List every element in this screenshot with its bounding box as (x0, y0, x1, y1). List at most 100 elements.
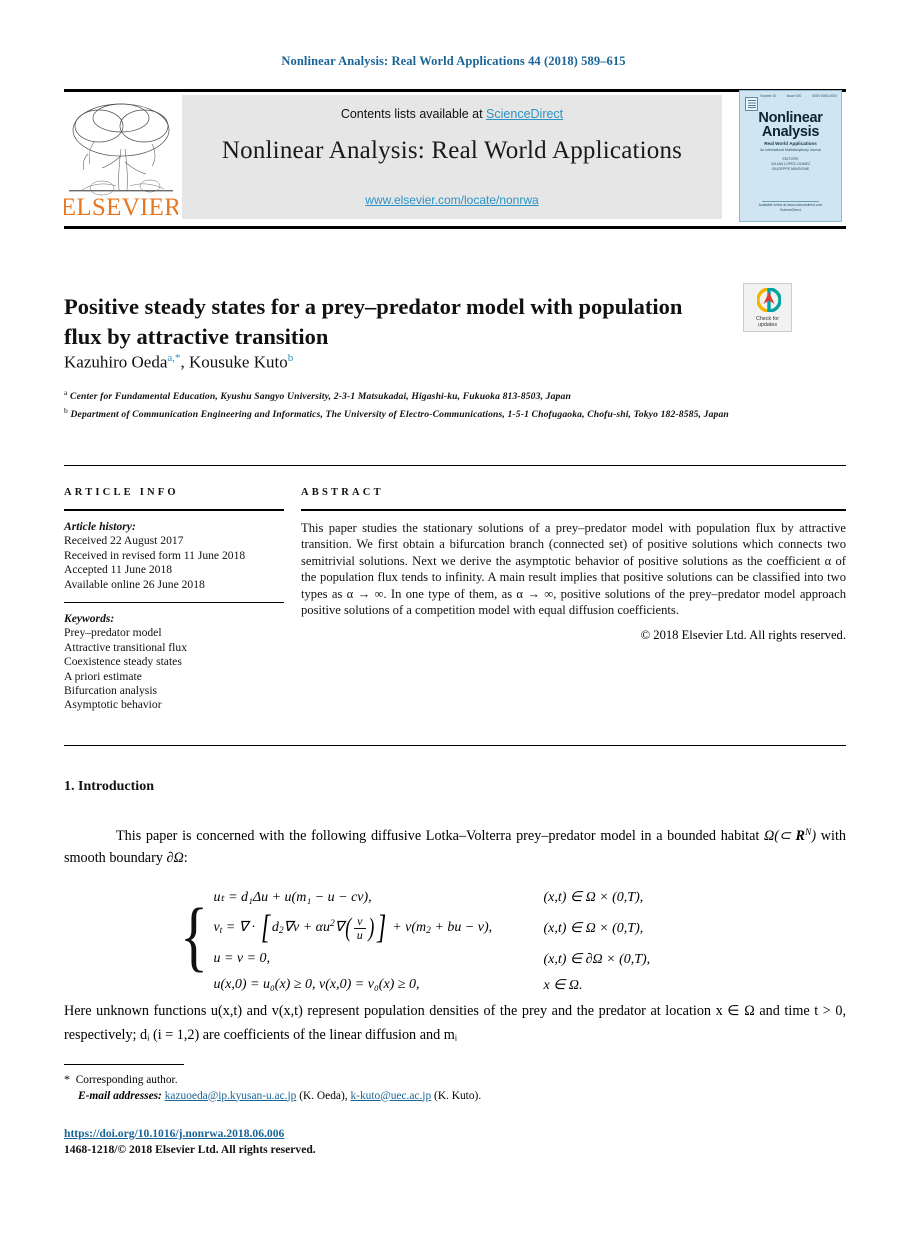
cover-subtitle-2: An International Multidisciplinary Journ… (760, 148, 821, 152)
section-heading-introduction: 1. Introduction (64, 779, 154, 794)
email-addresses-note: E-mail addresses: kazuoeda@ip.kyusan-u.a… (64, 1089, 846, 1105)
elsevier-logo: ELSEVIER (64, 94, 178, 220)
journal-title: Nonlinear Analysis: Real World Applicati… (221, 137, 683, 164)
keywords-block: Keywords: Prey–predator model Attractive… (64, 612, 284, 713)
page-title: Positive steady states for a prey–predat… (64, 294, 683, 350)
abstract-heading: ABSTRACT (301, 487, 384, 498)
equation-row-3-domain: (x,t) ∈ ∂Ω × (0,T), (543, 951, 651, 967)
corresponding-author-note: * Corresponding author. (64, 1072, 846, 1089)
equation-row: uₜ = d₁Δu + u(m₁ − u − cv), (x,t) ∈ Ω × … (213, 884, 780, 910)
paper-page: Nonlinear Analysis: Real World Applicati… (0, 0, 907, 1238)
cover-subtitle: Real World Applications (764, 141, 817, 146)
keyword-item: A priori estimate (64, 669, 142, 683)
equation-row: u(x,0) = u₀(x) ≥ 0, v(x,0) = v₀(x) ≥ 0, … (213, 972, 780, 998)
equation-row-3-lhs: u = v = 0, (213, 951, 271, 966)
email-link-kuto[interactable]: k-kuto@uec.ac.jp (350, 1090, 431, 1102)
equation-row-1-lhs: uₜ = d₁Δu + u(m₁ − u − cv), (213, 889, 372, 905)
contents-prefix: Contents lists available at (340, 107, 487, 121)
affiliation-b: b Department of Communication Engineerin… (64, 404, 764, 422)
intro-paragraph-1: This paper is concerned with the followi… (64, 822, 846, 869)
article-info-rule (64, 509, 284, 511)
crossmark-badge[interactable]: Check for updates (743, 283, 792, 332)
cover-divider (762, 201, 819, 202)
author-1-marks[interactable]: a,* (167, 352, 180, 364)
running-head: Nonlinear Analysis: Real World Applicati… (281, 54, 626, 68)
math-omega-rn: Ω(⊂ RN) (763, 828, 817, 844)
article-history-label: Article history: (64, 520, 136, 533)
crossmark-label-line1: Check for (755, 315, 780, 322)
header-top-rule (64, 89, 846, 92)
cover-editors: EDITORS JULIAN LOPEZ-GOMEZ GIUSEPPE MING… (740, 157, 841, 172)
cover-footer-line1: Available online at www.sciencedirect.co… (758, 203, 823, 207)
email-link-oeda[interactable]: kazuoeda@ip.kyusan-u.ac.jp (165, 1090, 297, 1102)
article-info-heading: ARTICLE INFO (64, 487, 179, 498)
asterisk-icon: * (64, 1072, 70, 1086)
cover-title: Nonlinear Analysis (740, 111, 841, 140)
intro-paragraph-1-part-c: : (183, 850, 188, 866)
doi-block: https://doi.org/10.1016/j.nonrwa.2018.06… (64, 1126, 664, 1158)
journal-cover-thumbnail[interactable]: Volume 44 Issue 000 ISSN 0000-0000 Nonli… (739, 90, 842, 222)
corresponding-author-text: Corresponding author. (75, 1074, 178, 1086)
affiliations: a Center for Fundamental Education, Kyus… (64, 386, 764, 423)
abstract-copyright: © 2018 Elsevier Ltd. All rights reserved… (640, 628, 846, 643)
keywords-rule (64, 602, 284, 604)
equation-row-4-lhs: u(x,0) = u₀(x) ≥ 0, v(x,0) = v₀(x) ≥ 0, (213, 977, 420, 992)
crossmark-label: Check for updates (744, 316, 791, 328)
history-item: Received 22 August 2017 (64, 534, 184, 548)
equation-row-2-lhs: vt = ∇ · [d2∇v + αu2∇(v u)] + v(m2 + bu −… (213, 909, 493, 946)
keyword-item: Prey–predator model (64, 626, 162, 640)
abstract-text: This paper studies the stationary soluti… (301, 521, 846, 618)
history-item: Received in revised form 11 June 2018 (64, 548, 246, 562)
doi-link[interactable]: https://doi.org/10.1016/j.nonrwa.2018.06… (64, 1127, 284, 1140)
affiliation-a-text: Center for Fundamental Education, Kyushu… (70, 391, 571, 403)
journal-masthead: Contents lists available at ScienceDirec… (182, 95, 722, 219)
affiliation-a-mark: a (64, 388, 68, 397)
cover-footer: Available online at www.sciencedirect.co… (740, 203, 841, 213)
sciencedirect-link[interactable]: ScienceDirect (486, 107, 563, 121)
issn-copyright-line: 1468-1218/© 2018 Elsevier Ltd. All right… (64, 1143, 316, 1156)
equation-row: vt = ∇ · [d2∇v + αu2∇(v u)] + v(m2 + bu −… (213, 909, 780, 946)
author-2-marks[interactable]: b (288, 352, 294, 364)
footnote-rule (64, 1064, 184, 1065)
author-list: Kazuhiro Oedaa,*, Kousuke Kutob (64, 352, 294, 372)
email-1-attrib: (K. Oeda), (299, 1089, 348, 1102)
affiliation-b-mark: b (64, 406, 68, 416)
keywords-label: Keywords: (64, 612, 115, 626)
affiliation-a: a Center for Fundamental Education, Kyus… (64, 386, 764, 404)
history-item: Accepted 11 June 2018 (64, 563, 173, 577)
cover-isbn: ISSN 0000-0000 (811, 94, 837, 98)
keyword-item: Coexistence steady states (64, 655, 182, 669)
journal-url-link[interactable]: www.elsevier.com/locate/nonrwa (182, 193, 722, 207)
cover-title-line2: Analysis (761, 124, 820, 140)
article-info-column: ARTICLE INFO Article history: Received 2… (64, 487, 284, 713)
keyword-item: Attractive transitional flux (64, 640, 187, 654)
crossmark-icon (756, 288, 781, 312)
affiliation-b-text: Department of Communication Engineering … (70, 409, 729, 421)
history-item: Available online 26 June 2018 (64, 577, 205, 591)
cover-issue: Issue 000 (786, 94, 802, 98)
abstract-column: ABSTRACT This paper studies the stationa… (301, 487, 846, 643)
cover-editor-1: JULIAN LOPEZ-GOMEZ (770, 162, 811, 166)
abstract-bottom-rule (64, 745, 846, 746)
cover-editors-label: EDITORS (782, 157, 799, 161)
header-divider-rule (64, 465, 846, 466)
equation-row-4-domain: x ∈ Ω. (543, 977, 583, 993)
header-bottom-rule (64, 226, 846, 229)
email-2-attrib: (K. Kuto). (434, 1089, 482, 1102)
abstract-rule (301, 509, 846, 511)
equation-system: { uₜ = d₁Δu + u(m₁ − u − cv), (x,t) ∈ Ω … (180, 884, 780, 998)
author-name-2: Kousuke Kuto (189, 352, 288, 372)
keyword-item: Bifurcation analysis (64, 684, 158, 698)
equation-left-brace: { (180, 892, 209, 979)
intro-paragraph-1-part-a: This paper is concerned with the followi… (116, 828, 764, 844)
cover-topbar: Volume 44 Issue 000 ISSN 0000-0000 (744, 94, 837, 103)
equation-row-2-domain: (x,t) ∈ Ω × (0,T), (543, 920, 644, 936)
intro-paragraph-2: Here unknown functions u(x,t) and v(x,t)… (64, 1003, 846, 1043)
svg-text:ELSEVIER: ELSEVIER (64, 194, 178, 220)
footnote-block: * Corresponding author. E-mail addresses… (64, 1072, 846, 1104)
cover-editor-2: GIUSEPPE MINGIONE (771, 167, 810, 171)
article-history-block: Article history: Received 22 August 2017… (64, 520, 284, 592)
email-label: E-mail addresses: (78, 1089, 162, 1102)
contents-available-line: Contents lists available at ScienceDirec… (182, 107, 722, 121)
math-partial-omega: ∂Ω (166, 850, 184, 866)
